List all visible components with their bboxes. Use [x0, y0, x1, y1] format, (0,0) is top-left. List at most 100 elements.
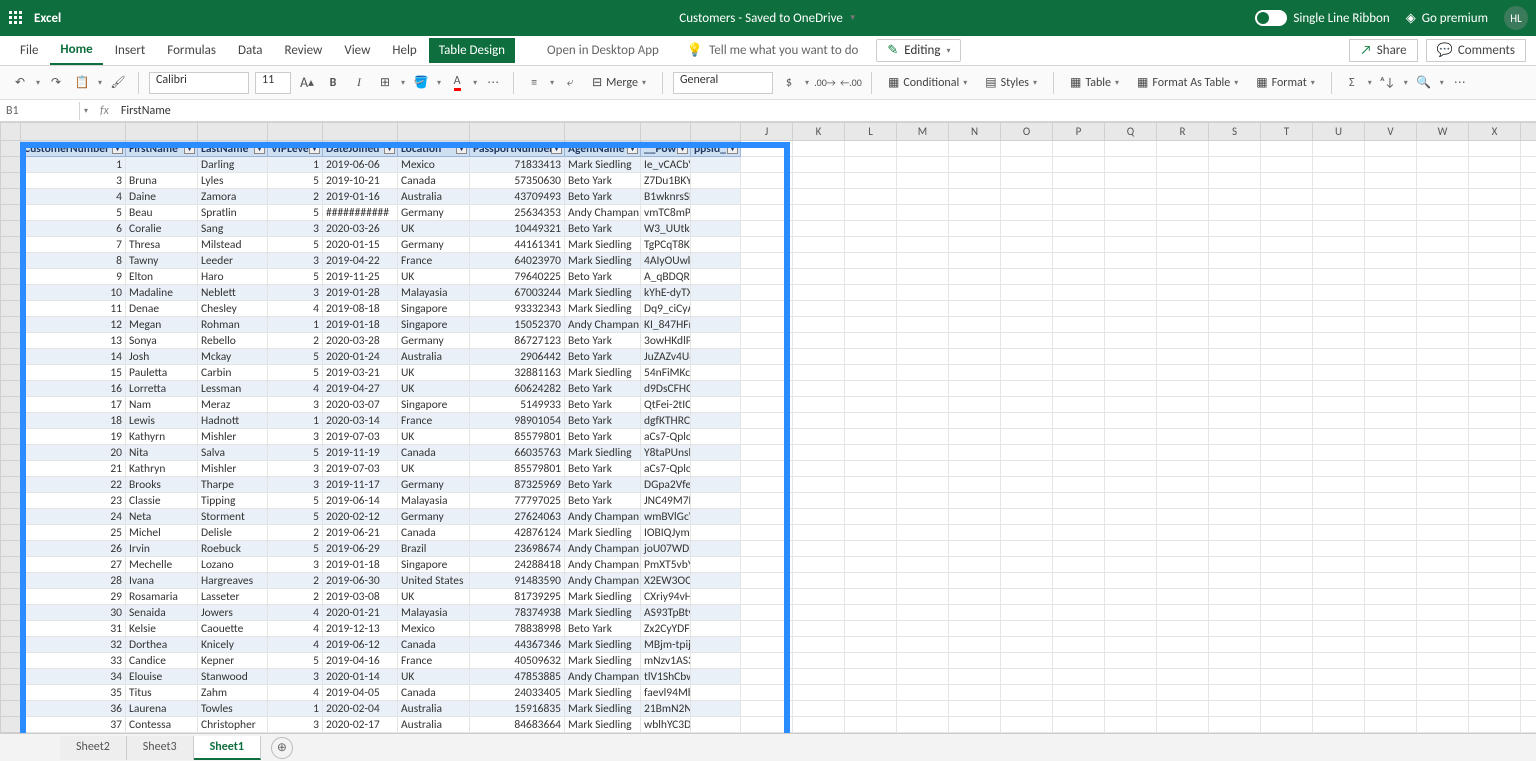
data-cell[interactable]: 79640225: [470, 269, 565, 285]
empty-cell[interactable]: [897, 189, 949, 205]
empty-cell[interactable]: [1469, 717, 1521, 733]
empty-cell[interactable]: [897, 253, 949, 269]
empty-cell[interactable]: [1157, 189, 1209, 205]
empty-cell[interactable]: [1105, 669, 1157, 685]
data-cell[interactable]: Mishler: [198, 429, 268, 445]
data-cell[interactable]: 2019-04-27: [323, 381, 398, 397]
data-cell[interactable]: Chesley: [198, 301, 268, 317]
empty-cell[interactable]: [1365, 701, 1417, 717]
merge-button[interactable]: ⊟Merge▾: [586, 73, 652, 92]
row-header[interactable]: [1, 653, 21, 669]
data-cell[interactable]: Zx2CyYDFm2E: [641, 621, 691, 637]
empty-cell[interactable]: [949, 397, 1001, 413]
empty-cell[interactable]: [1417, 205, 1469, 221]
data-cell[interactable]: 1: [268, 317, 323, 333]
data-cell[interactable]: UK: [398, 365, 470, 381]
empty-cell[interactable]: [1365, 413, 1417, 429]
empty-cell[interactable]: [1417, 653, 1469, 669]
empty-cell[interactable]: [1313, 317, 1365, 333]
empty-cell[interactable]: [845, 637, 897, 653]
empty-cell[interactable]: [741, 541, 793, 557]
empty-cell[interactable]: [1313, 397, 1365, 413]
empty-cell[interactable]: [1417, 317, 1469, 333]
empty-cell[interactable]: [897, 413, 949, 429]
empty-cell[interactable]: [741, 397, 793, 413]
data-cell[interactable]: 7: [21, 237, 126, 253]
data-cell[interactable]: 93332343: [470, 301, 565, 317]
empty-cell[interactable]: [845, 541, 897, 557]
empty-cell[interactable]: [845, 237, 897, 253]
empty-cell[interactable]: [1313, 477, 1365, 493]
tab-insert[interactable]: Insert: [105, 37, 156, 64]
data-cell[interactable]: [691, 237, 741, 253]
data-cell[interactable]: 3: [268, 669, 323, 685]
empty-cell[interactable]: [1105, 381, 1157, 397]
data-cell[interactable]: 32: [21, 637, 126, 653]
empty-cell[interactable]: [1469, 429, 1521, 445]
empty-cell[interactable]: [1417, 573, 1469, 589]
empty-cell[interactable]: [1313, 253, 1365, 269]
empty-cell[interactable]: [1469, 573, 1521, 589]
empty-cell[interactable]: [1261, 429, 1313, 445]
data-cell[interactable]: Mark Siedling: [565, 701, 641, 717]
tab-table-design[interactable]: Table Design: [429, 38, 515, 63]
empty-cell[interactable]: [897, 557, 949, 573]
data-cell[interactable]: 40509632: [470, 653, 565, 669]
empty-cell[interactable]: [845, 173, 897, 189]
column-header[interactable]: Q: [1105, 123, 1157, 141]
empty-cell[interactable]: [1521, 237, 1536, 253]
empty-cell[interactable]: [1001, 605, 1053, 621]
empty-cell[interactable]: [741, 509, 793, 525]
data-cell[interactable]: aCs7-QplcCg: [641, 429, 691, 445]
empty-cell[interactable]: [1313, 717, 1365, 733]
empty-cell[interactable]: [1365, 605, 1417, 621]
column-header[interactable]: N: [949, 123, 1001, 141]
empty-cell[interactable]: [1209, 669, 1261, 685]
data-cell[interactable]: 2019-07-03: [323, 461, 398, 477]
empty-cell[interactable]: [1209, 349, 1261, 365]
data-cell[interactable]: [691, 317, 741, 333]
empty-cell[interactable]: [741, 589, 793, 605]
increase-decimal-icon[interactable]: .00→: [815, 73, 835, 93]
empty-cell[interactable]: [845, 413, 897, 429]
empty-cell[interactable]: [1521, 301, 1536, 317]
empty-cell[interactable]: [1001, 221, 1053, 237]
data-cell[interactable]: TgPCqT8KmEA: [641, 237, 691, 253]
row-header[interactable]: [1, 621, 21, 637]
row-header[interactable]: [1, 269, 21, 285]
empty-cell[interactable]: [1313, 701, 1365, 717]
empty-cell[interactable]: [793, 157, 845, 173]
row-header[interactable]: [1, 365, 21, 381]
empty-cell[interactable]: [949, 285, 1001, 301]
column-header[interactable]: [323, 123, 398, 141]
empty-cell[interactable]: [1105, 637, 1157, 653]
data-cell[interactable]: 4: [268, 605, 323, 621]
data-cell[interactable]: 2019-06-21: [323, 525, 398, 541]
data-cell[interactable]: [691, 365, 741, 381]
tab-help[interactable]: Help: [382, 37, 426, 64]
empty-cell[interactable]: [793, 141, 845, 157]
empty-cell[interactable]: [949, 413, 1001, 429]
empty-cell[interactable]: [1261, 413, 1313, 429]
empty-cell[interactable]: [1365, 205, 1417, 221]
empty-cell[interactable]: [1105, 205, 1157, 221]
data-cell[interactable]: 5: [268, 173, 323, 189]
data-cell[interactable]: Bruna: [126, 173, 198, 189]
column-header[interactable]: U: [1313, 123, 1365, 141]
empty-cell[interactable]: [1209, 173, 1261, 189]
data-cell[interactable]: 28: [21, 573, 126, 589]
empty-cell[interactable]: [1469, 397, 1521, 413]
empty-cell[interactable]: [1261, 509, 1313, 525]
row-header[interactable]: [1, 221, 21, 237]
empty-cell[interactable]: [949, 605, 1001, 621]
empty-cell[interactable]: [1521, 621, 1536, 637]
filter-dropdown-icon[interactable]: ▾: [456, 143, 467, 154]
data-cell[interactable]: Canada: [398, 525, 470, 541]
data-cell[interactable]: 3: [268, 221, 323, 237]
empty-cell[interactable]: [1053, 605, 1105, 621]
data-cell[interactable]: 18: [21, 413, 126, 429]
data-cell[interactable]: 1: [21, 157, 126, 173]
empty-cell[interactable]: [1053, 285, 1105, 301]
empty-cell[interactable]: [1469, 349, 1521, 365]
data-cell[interactable]: aCs7-QplcCg: [641, 461, 691, 477]
